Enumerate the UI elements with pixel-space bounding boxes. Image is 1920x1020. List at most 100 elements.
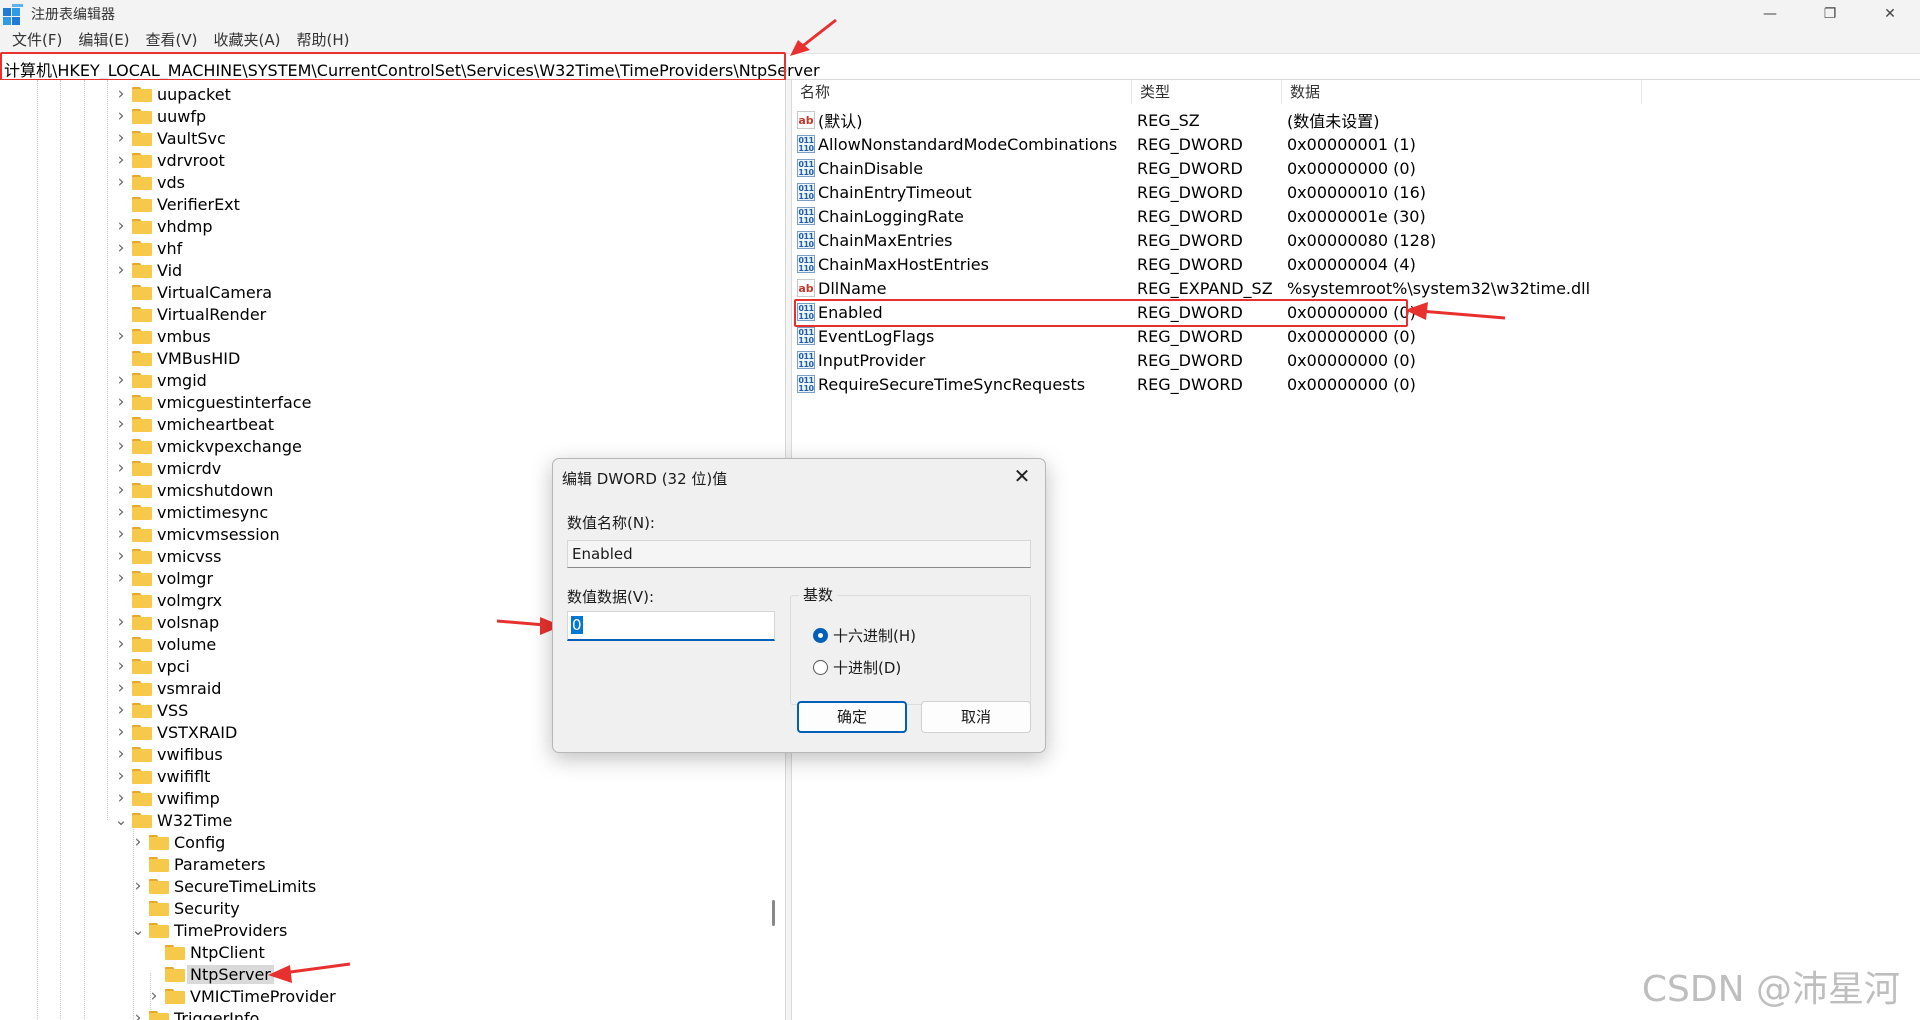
tree-item-label[interactable]: vpci bbox=[157, 657, 190, 676]
value-row-allownonstandardmodecombinations[interactable]: 011 110 AllowNonstandardModeCombinations RE… bbox=[792, 132, 1920, 156]
tree-item-vstxraid[interactable]: › VSTXRAID bbox=[114, 721, 238, 743]
tree-item-label[interactable]: Security bbox=[174, 899, 240, 918]
tree-item-w32time[interactable]: ⌄ W32Time bbox=[114, 809, 233, 831]
cancel-button[interactable]: 取消 bbox=[921, 701, 1031, 733]
tree-item-label[interactable]: vds bbox=[157, 173, 185, 192]
radio-hexadecimal[interactable]: 十六进制(H) bbox=[813, 625, 916, 646]
chevron-right-icon[interactable]: › bbox=[114, 766, 128, 786]
value-row-enabled[interactable]: 011 110 Enabled REG_DWORD 0x00000000 (0) bbox=[792, 300, 1920, 324]
tree-item-label[interactable]: vmbus bbox=[157, 327, 211, 346]
chevron-right-icon[interactable]: › bbox=[131, 832, 145, 852]
address-bar[interactable]: 计算机\HKEY_LOCAL_MACHINE\SYSTEM\CurrentCon… bbox=[0, 53, 1920, 80]
tree-item-vmicvss[interactable]: › vmicvss bbox=[114, 545, 222, 567]
chevron-right-icon[interactable]: › bbox=[114, 612, 128, 632]
tree-item-label[interactable]: vmicvss bbox=[157, 547, 221, 566]
tree-item-vpci[interactable]: › vpci bbox=[114, 655, 190, 677]
chevron-right-icon[interactable]: › bbox=[114, 502, 128, 522]
chevron-right-icon[interactable]: › bbox=[114, 216, 128, 236]
tree-item-vmbus[interactable]: › vmbus bbox=[114, 325, 211, 347]
tree-item-verifierext[interactable]: VerifierExt bbox=[114, 193, 240, 215]
tree-item-label[interactable]: vwifibus bbox=[157, 745, 223, 764]
chevron-right-icon[interactable]: › bbox=[114, 370, 128, 390]
tree-item-vmicvmsession[interactable]: › vmicvmsession bbox=[114, 523, 280, 545]
chevron-right-icon[interactable]: › bbox=[114, 172, 128, 192]
tree-item-label[interactable]: vdrvroot bbox=[157, 151, 225, 170]
value-row-chainmaxentries[interactable]: 011 110 ChainMaxEntries REG_DWORD 0x00000080… bbox=[792, 228, 1920, 252]
tree-item-vmickvpexchange[interactable]: › vmickvpexchange bbox=[114, 435, 302, 457]
tree-item-label[interactable]: VerifierExt bbox=[157, 195, 240, 214]
column-header-name[interactable]: 名称 bbox=[792, 80, 1132, 104]
tree-item-vhf[interactable]: › vhf bbox=[114, 237, 183, 259]
tree-item-volmgrx[interactable]: volmgrx bbox=[114, 589, 222, 611]
tree-item-uupacket[interactable]: › uupacket bbox=[114, 83, 231, 105]
value-name-cell[interactable]: 011 110 EventLogFlags bbox=[792, 327, 1132, 346]
radio-decimal[interactable]: 十进制(D) bbox=[813, 657, 901, 678]
chevron-right-icon[interactable]: › bbox=[131, 1008, 145, 1020]
tree-item-securetimelimits[interactable]: › SecureTimeLimits bbox=[131, 875, 317, 897]
value-row-chainentrytimeout[interactable]: 011 110 ChainEntryTimeout REG_DWORD 0x000000… bbox=[792, 180, 1920, 204]
tree-item-label[interactable]: vwifimp bbox=[157, 789, 220, 808]
value-row-requiresecuretimesyncrequests[interactable]: 011 110 RequireSecureTimeSyncRequests REG_D… bbox=[792, 372, 1920, 396]
address-path[interactable]: 计算机\HKEY_LOCAL_MACHINE\SYSTEM\CurrentCon… bbox=[4, 57, 820, 81]
chevron-right-icon[interactable]: › bbox=[114, 546, 128, 566]
tree-item-vds[interactable]: › vds bbox=[114, 171, 185, 193]
chevron-right-icon[interactable]: › bbox=[131, 876, 145, 896]
tree-item-vaultsvc[interactable]: › VaultSvc bbox=[114, 127, 226, 149]
value-row-dllname[interactable]: ab DllName REG_EXPAND_SZ %systemroot%\syste… bbox=[792, 276, 1920, 300]
tree-item-volume[interactable]: › volume bbox=[114, 633, 217, 655]
tree-item-label[interactable]: vmickvpexchange bbox=[157, 437, 302, 456]
chevron-right-icon[interactable]: › bbox=[114, 326, 128, 346]
tree-item-vwifibus[interactable]: › vwifibus bbox=[114, 743, 223, 765]
tree-item-label[interactable]: vmicshutdown bbox=[157, 481, 273, 500]
tree-item-label[interactable]: vmicrdv bbox=[157, 459, 221, 478]
menu-edit[interactable]: 编辑(E) bbox=[70, 28, 137, 52]
menu-favorites[interactable]: 收藏夹(A) bbox=[206, 28, 289, 52]
close-window-button[interactable]: ✕ bbox=[1860, 0, 1920, 28]
menu-help[interactable]: 帮助(H) bbox=[288, 28, 357, 52]
chevron-right-icon[interactable]: › bbox=[114, 150, 128, 170]
tree-item-label[interactable]: VSS bbox=[157, 701, 188, 720]
tree-item-label[interactable]: vmictimesync bbox=[157, 503, 268, 522]
value-name-cell[interactable]: 011 110 ChainLoggingRate bbox=[792, 207, 1132, 226]
chevron-right-icon[interactable]: › bbox=[114, 568, 128, 588]
tree-item-volsnap[interactable]: › volsnap bbox=[114, 611, 220, 633]
tree-item-label[interactable]: VirtualCamera bbox=[157, 283, 272, 302]
chevron-right-icon[interactable]: › bbox=[114, 634, 128, 654]
value-row-chainmaxhostentries[interactable]: 011 110 ChainMaxHostEntries REG_DWORD 0x0000… bbox=[792, 252, 1920, 276]
tree-item-vss[interactable]: › VSS bbox=[114, 699, 189, 721]
value-name-cell[interactable]: 011 110 ChainDisable bbox=[792, 159, 1132, 178]
tree-item-config[interactable]: › Config bbox=[131, 831, 226, 853]
value-name-cell[interactable]: 011 110 ChainEntryTimeout bbox=[792, 183, 1132, 202]
tree-item-uuwfp[interactable]: › uuwfp bbox=[114, 105, 207, 127]
tree-item-label[interactable]: vwififlt bbox=[157, 767, 210, 786]
chevron-down-icon[interactable]: ⌄ bbox=[114, 813, 128, 828]
tree-item-label[interactable]: VaultSvc bbox=[157, 129, 226, 148]
value-row-eventlogflags[interactable]: 011 110 EventLogFlags REG_DWORD 0x00000000 (… bbox=[792, 324, 1920, 348]
value-name-cell[interactable]: 011 110 Enabled bbox=[792, 303, 1132, 322]
tree-item-label[interactable]: volume bbox=[157, 635, 216, 654]
chevron-right-icon[interactable]: › bbox=[114, 744, 128, 764]
radio-hex-indicator[interactable] bbox=[813, 628, 828, 643]
value-name-cell[interactable]: 011 110 AllowNonstandardModeCombinations bbox=[792, 135, 1132, 154]
chevron-right-icon[interactable]: › bbox=[114, 678, 128, 698]
tree-item-volmgr[interactable]: › volmgr bbox=[114, 567, 213, 589]
tree-item-vmicshutdown[interactable]: › vmicshutdown bbox=[114, 479, 274, 501]
chevron-right-icon[interactable]: › bbox=[114, 392, 128, 412]
chevron-right-icon[interactable]: › bbox=[147, 986, 161, 1006]
tree-item-virtualcamera[interactable]: VirtualCamera bbox=[114, 281, 272, 303]
value-data-input[interactable]: 0 bbox=[567, 611, 775, 641]
tree-item-label[interactable]: vsmraid bbox=[157, 679, 221, 698]
radio-dec-label[interactable]: 十进制(D) bbox=[833, 657, 901, 678]
value-name-cell[interactable]: 011 110 ChainMaxHostEntries bbox=[792, 255, 1132, 274]
tree-item-label[interactable]: Parameters bbox=[174, 855, 266, 874]
tree-item-label[interactable]: VMBusHID bbox=[157, 349, 240, 368]
tree-item-label[interactable]: uupacket bbox=[157, 85, 231, 104]
minimize-button[interactable]: — bbox=[1740, 0, 1800, 28]
tree-item-label[interactable]: uuwfp bbox=[157, 107, 206, 126]
tree-item-triggerinfo[interactable]: › TriggerInfo bbox=[131, 1007, 259, 1020]
tree-item-virtualrender[interactable]: VirtualRender bbox=[114, 303, 266, 325]
value-row-chainloggingrate[interactable]: 011 110 ChainLoggingRate REG_DWORD 0x0000001… bbox=[792, 204, 1920, 228]
tree-item-label[interactable]: TriggerInfo bbox=[174, 1009, 259, 1020]
chevron-right-icon[interactable]: › bbox=[114, 414, 128, 434]
menu-file[interactable]: 文件(F) bbox=[4, 28, 70, 52]
